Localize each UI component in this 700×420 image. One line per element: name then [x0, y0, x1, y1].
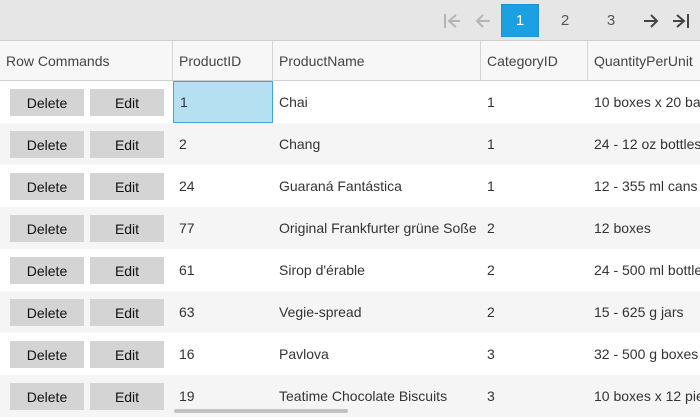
next-page-icon[interactable]	[640, 4, 662, 37]
edit-button[interactable]: Edit	[90, 215, 164, 242]
previous-page-icon[interactable]	[472, 4, 494, 37]
cell-quantity-per-unit[interactable]: 15 - 625 g jars	[594, 291, 700, 333]
grid-header: Row Commands ProductID ProductName Categ…	[0, 41, 700, 81]
delete-button[interactable]: Delete	[10, 89, 84, 116]
delete-button[interactable]: Delete	[10, 299, 84, 326]
first-page-icon[interactable]	[440, 4, 464, 37]
cell-product-id[interactable]: 61	[179, 249, 273, 291]
table-row[interactable]: Delete Edit 63 Vegie-spread 2 15 - 625 g…	[0, 291, 700, 333]
cell-product-name[interactable]: Chai	[279, 81, 479, 123]
table-row[interactable]: Delete Edit 77 Original Frankfurter grün…	[0, 207, 700, 249]
page-button-3[interactable]: 3	[592, 4, 630, 37]
cell-quantity-per-unit[interactable]: 10 boxes x 12 pieces	[594, 375, 700, 417]
delete-button[interactable]: Delete	[10, 341, 84, 368]
table-row[interactable]: Delete Edit 19 Teatime Chocolate Biscuit…	[0, 375, 700, 417]
cell-category-id[interactable]: 3	[487, 333, 587, 375]
cell-category-id[interactable]: 2	[487, 207, 587, 249]
horizontal-scrollbar[interactable]	[174, 409, 348, 413]
table-row[interactable]: Delete Edit 16 Pavlova 3 32 - 500 g boxe…	[0, 333, 700, 375]
pager-bar: 1 2 3	[0, 0, 700, 41]
edit-button[interactable]: Edit	[90, 341, 164, 368]
cell-quantity-per-unit[interactable]: 32 - 500 g boxes	[594, 333, 700, 375]
cell-product-id[interactable]: 16	[179, 333, 273, 375]
cell-category-id[interactable]: 1	[487, 81, 587, 123]
cell-product-id[interactable]: 77	[179, 207, 273, 249]
edit-button[interactable]: Edit	[90, 131, 164, 158]
table-row[interactable]: Delete Edit 1 Chai 1 10 boxes x 20 bags	[0, 81, 700, 123]
edit-button[interactable]: Edit	[90, 173, 164, 200]
cell-product-name[interactable]: Vegie-spread	[279, 291, 479, 333]
delete-button[interactable]: Delete	[10, 383, 84, 410]
cell-product-id[interactable]: 2	[179, 123, 273, 165]
cell-product-name[interactable]: Pavlova	[279, 333, 479, 375]
table-row[interactable]: Delete Edit 61 Sirop d'érable 2 24 - 500…	[0, 249, 700, 291]
cell-category-id[interactable]: 1	[487, 165, 587, 207]
cell-product-id[interactable]: 24	[179, 165, 273, 207]
cell-product-name[interactable]: Chang	[279, 123, 479, 165]
delete-button[interactable]: Delete	[10, 173, 84, 200]
edit-button[interactable]: Edit	[90, 257, 164, 284]
edit-button[interactable]: Edit	[90, 299, 164, 326]
table-row[interactable]: Delete Edit 24 Guaraná Fantástica 1 12 -…	[0, 165, 700, 207]
last-page-icon[interactable]	[669, 4, 693, 37]
table-row[interactable]: Delete Edit 2 Chang 1 24 - 12 oz bottles	[0, 123, 700, 165]
column-header-product-id[interactable]: ProductID	[173, 41, 273, 81]
cell-quantity-per-unit[interactable]: 12 boxes	[594, 207, 700, 249]
cell-category-id[interactable]: 3	[487, 375, 587, 417]
page-button-1[interactable]: 1	[501, 4, 539, 37]
column-header-product-name[interactable]: ProductName	[273, 41, 481, 81]
column-header-quantity-per-unit[interactable]: QuantityPerUnit	[588, 41, 700, 81]
cell-product-name[interactable]: Guaraná Fantástica	[279, 165, 479, 207]
cell-quantity-per-unit[interactable]: 12 - 355 ml cans	[594, 165, 700, 207]
delete-button[interactable]: Delete	[10, 131, 84, 158]
delete-button[interactable]: Delete	[10, 257, 84, 284]
grid-body: Delete Edit 1 Chai 1 10 boxes x 20 bags …	[0, 81, 700, 420]
cell-product-id[interactable]: 63	[179, 291, 273, 333]
cell-quantity-per-unit[interactable]: 10 boxes x 20 bags	[594, 81, 700, 123]
cell-category-id[interactable]: 2	[487, 249, 587, 291]
edit-button[interactable]: Edit	[90, 89, 164, 116]
cell-quantity-per-unit[interactable]: 24 - 12 oz bottles	[594, 123, 700, 165]
edit-button[interactable]: Edit	[90, 383, 164, 410]
cell-quantity-per-unit[interactable]: 24 - 500 ml bottles	[594, 249, 700, 291]
cell-product-id[interactable]: 1	[173, 81, 273, 123]
cell-product-name[interactable]: Original Frankfurter grüne Soße	[279, 207, 483, 249]
delete-button[interactable]: Delete	[10, 215, 84, 242]
page-button-2[interactable]: 2	[546, 4, 584, 37]
cell-category-id[interactable]: 2	[487, 291, 587, 333]
column-header-category-id[interactable]: CategoryID	[481, 41, 588, 81]
column-header-row-commands[interactable]: Row Commands	[0, 41, 173, 81]
cell-category-id[interactable]: 1	[487, 123, 587, 165]
cell-product-name[interactable]: Sirop d'érable	[279, 249, 479, 291]
